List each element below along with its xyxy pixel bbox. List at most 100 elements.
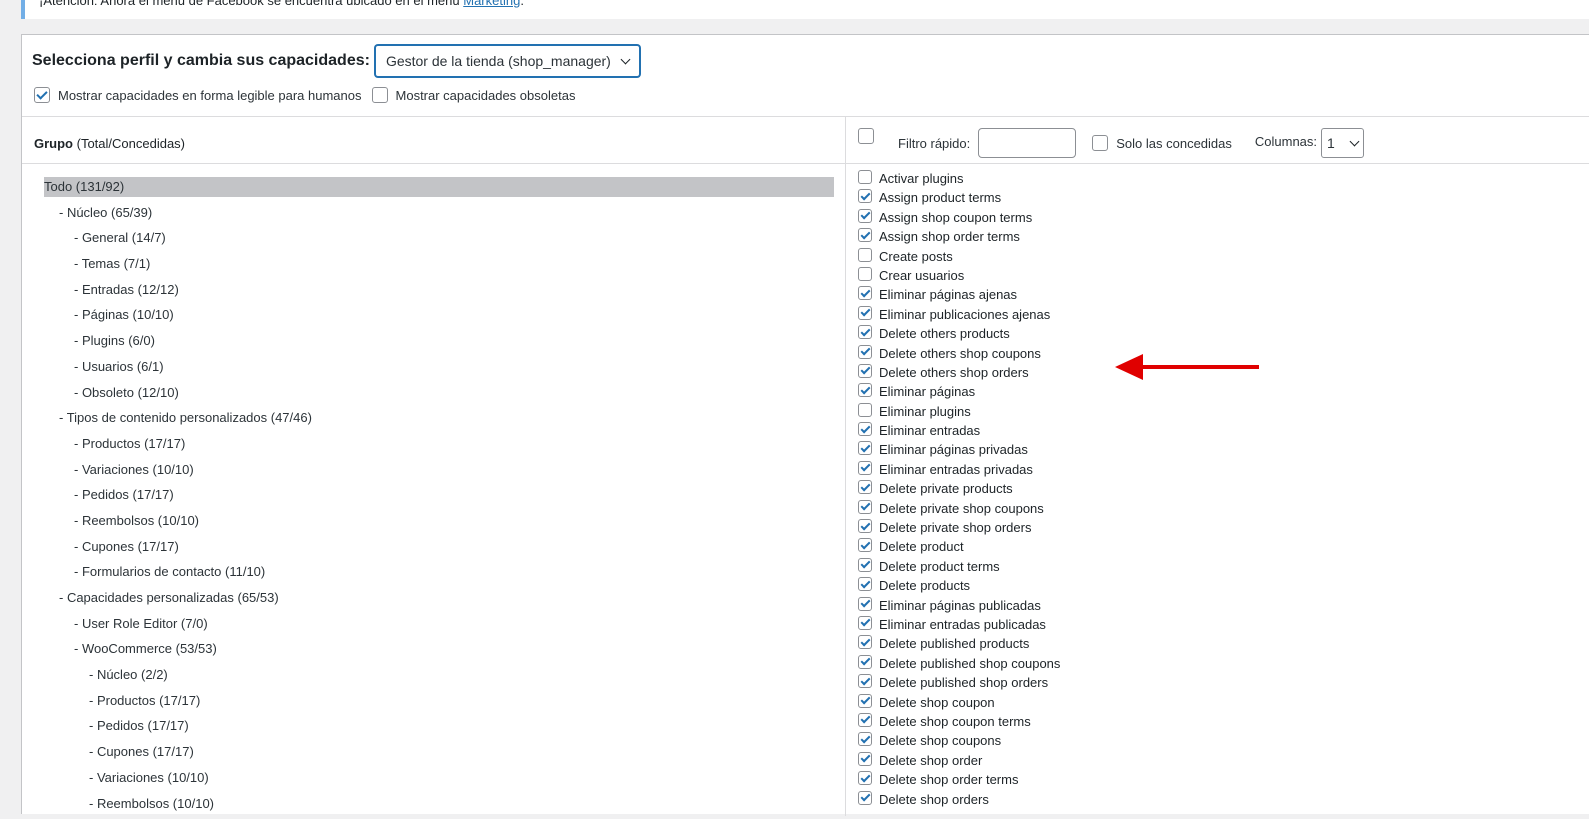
capability-label[interactable]: Delete published shop coupons bbox=[879, 656, 1060, 671]
select-all-checkbox[interactable] bbox=[858, 128, 874, 144]
capability-checkbox[interactable] bbox=[858, 635, 872, 649]
capability-checkbox[interactable] bbox=[858, 441, 872, 455]
group-tree-item[interactable]: - Tipos de contenido personalizados (47/… bbox=[44, 408, 834, 434]
capability-label[interactable]: Delete shop order bbox=[879, 753, 982, 768]
group-tree-item[interactable]: - Variaciones (10/10) bbox=[44, 460, 834, 486]
role-select[interactable]: Gestor de la tienda (shop_manager) bbox=[375, 45, 640, 77]
group-tree-item[interactable]: - Núcleo (65/39) bbox=[44, 203, 834, 229]
group-tree-item[interactable]: - Capacidades personalizadas (65/53) bbox=[44, 588, 834, 614]
group-tree-item[interactable]: - User Role Editor (7/0) bbox=[44, 614, 834, 640]
granted-only-checkbox[interactable] bbox=[1092, 135, 1108, 151]
group-tree-item[interactable]: - Reembolsos (10/10) bbox=[44, 794, 834, 819]
capability-checkbox[interactable] bbox=[858, 771, 872, 785]
capability-checkbox[interactable] bbox=[858, 364, 872, 378]
capability-checkbox[interactable] bbox=[858, 306, 872, 320]
capability-checkbox[interactable] bbox=[858, 597, 872, 611]
group-tree-item[interactable]: - Formularios de contacto (11/10) bbox=[44, 562, 834, 588]
capability-checkbox[interactable] bbox=[858, 480, 872, 494]
capability-checkbox[interactable] bbox=[858, 558, 872, 572]
capability-checkbox[interactable] bbox=[858, 248, 872, 262]
capability-label[interactable]: Delete shop coupons bbox=[879, 733, 1001, 748]
capability-label[interactable]: Activar plugins bbox=[879, 171, 964, 186]
capability-checkbox[interactable] bbox=[858, 732, 872, 746]
capability-label[interactable]: Delete shop orders bbox=[879, 792, 989, 807]
capability-checkbox[interactable] bbox=[858, 170, 872, 184]
capability-checkbox[interactable] bbox=[858, 713, 872, 727]
group-tree-item[interactable]: - Variaciones (10/10) bbox=[44, 768, 834, 794]
capability-label[interactable]: Eliminar entradas publicadas bbox=[879, 617, 1046, 632]
capability-label[interactable]: Delete shop coupon bbox=[879, 695, 995, 710]
quick-filter-input[interactable] bbox=[978, 128, 1076, 158]
group-tree-item[interactable]: - Productos (17/17) bbox=[44, 691, 834, 717]
capability-label[interactable]: Delete published products bbox=[879, 636, 1029, 651]
capability-checkbox[interactable] bbox=[858, 345, 872, 359]
capability-checkbox[interactable] bbox=[858, 422, 872, 436]
group-tree-item[interactable]: - Obsoleto (12/10) bbox=[44, 383, 834, 409]
human-readable-checkbox[interactable] bbox=[34, 87, 50, 103]
capability-label[interactable]: Delete others products bbox=[879, 326, 1010, 341]
capability-checkbox[interactable] bbox=[858, 461, 872, 475]
group-tree-item[interactable]: - WooCommerce (53/53) bbox=[44, 639, 834, 665]
capability-label[interactable]: Eliminar entradas bbox=[879, 423, 980, 438]
capability-label[interactable]: Crear usuarios bbox=[879, 268, 964, 283]
capability-checkbox[interactable] bbox=[858, 267, 872, 281]
capability-checkbox[interactable] bbox=[858, 519, 872, 533]
group-tree-item[interactable]: - Pedidos (17/17) bbox=[44, 485, 834, 511]
capability-checkbox[interactable] bbox=[858, 752, 872, 766]
capability-checkbox[interactable] bbox=[858, 577, 872, 591]
capability-label[interactable]: Delete private products bbox=[879, 481, 1013, 496]
capability-checkbox[interactable] bbox=[858, 791, 872, 805]
group-tree-item[interactable]: - Temas (7/1) bbox=[44, 254, 834, 280]
group-tree-item[interactable]: - Pedidos (17/17) bbox=[44, 716, 834, 742]
group-tree-item[interactable]: - Cupones (17/17) bbox=[44, 742, 834, 768]
capability-checkbox[interactable] bbox=[858, 500, 872, 514]
group-tree-item[interactable]: - Núcleo (2/2) bbox=[44, 665, 834, 691]
capability-label[interactable]: Eliminar páginas publicadas bbox=[879, 598, 1041, 613]
capability-label[interactable]: Assign shop coupon terms bbox=[879, 210, 1032, 225]
capability-checkbox[interactable] bbox=[858, 325, 872, 339]
capability-label[interactable]: Delete products bbox=[879, 578, 970, 593]
capability-label[interactable]: Delete product bbox=[879, 539, 964, 554]
capability-label[interactable]: Delete private shop orders bbox=[879, 520, 1031, 535]
marketing-link[interactable]: Marketing bbox=[463, 0, 520, 8]
group-tree-item[interactable]: Todo (131/92) bbox=[44, 177, 834, 203]
capability-checkbox[interactable] bbox=[858, 538, 872, 552]
capability-label[interactable]: Eliminar plugins bbox=[879, 404, 971, 419]
capability-label[interactable]: Eliminar publicaciones ajenas bbox=[879, 307, 1050, 322]
capability-label[interactable]: Create posts bbox=[879, 249, 953, 264]
group-tree-item[interactable]: - Reembolsos (10/10) bbox=[44, 511, 834, 537]
capability-checkbox[interactable] bbox=[858, 694, 872, 708]
capability-label[interactable]: Delete others shop orders bbox=[879, 365, 1029, 380]
group-tree-item[interactable]: - General (14/7) bbox=[44, 228, 834, 254]
columns-select[interactable]: 1 bbox=[1321, 128, 1364, 158]
group-tree-item[interactable]: - Productos (17/17) bbox=[44, 434, 834, 460]
capability-checkbox[interactable] bbox=[858, 189, 872, 203]
capability-label[interactable]: Delete product terms bbox=[879, 559, 1000, 574]
capability-checkbox[interactable] bbox=[858, 655, 872, 669]
capability-checkbox[interactable] bbox=[858, 383, 872, 397]
capability-label[interactable]: Delete shop coupon terms bbox=[879, 714, 1031, 729]
capability-checkbox[interactable] bbox=[858, 286, 872, 300]
group-tree-item[interactable]: - Usuarios (6/1) bbox=[44, 357, 834, 383]
capability-label[interactable]: Eliminar páginas ajenas bbox=[879, 287, 1017, 302]
capability-label[interactable]: Assign product terms bbox=[879, 190, 1001, 205]
capability-label[interactable]: Eliminar páginas bbox=[879, 384, 975, 399]
capability-label[interactable]: Delete published shop orders bbox=[879, 675, 1048, 690]
group-tree-item-label: - User Role Editor (7/0) bbox=[74, 616, 208, 631]
group-tree-item[interactable]: - Plugins (6/0) bbox=[44, 331, 834, 357]
deprecated-checkbox[interactable] bbox=[372, 87, 388, 103]
group-tree-item[interactable]: - Páginas (10/10) bbox=[44, 305, 834, 331]
capability-label[interactable]: Assign shop order terms bbox=[879, 229, 1020, 244]
capability-checkbox[interactable] bbox=[858, 209, 872, 223]
capability-label[interactable]: Delete shop order terms bbox=[879, 772, 1018, 787]
capability-checkbox[interactable] bbox=[858, 616, 872, 630]
capability-label[interactable]: Eliminar páginas privadas bbox=[879, 442, 1028, 457]
capability-checkbox[interactable] bbox=[858, 403, 872, 417]
capability-checkbox[interactable] bbox=[858, 674, 872, 688]
group-tree-item[interactable]: - Cupones (17/17) bbox=[44, 537, 834, 563]
capability-checkbox[interactable] bbox=[858, 228, 872, 242]
group-tree-item[interactable]: - Entradas (12/12) bbox=[44, 280, 834, 306]
capability-label[interactable]: Delete others shop coupons bbox=[879, 346, 1041, 361]
capability-label[interactable]: Delete private shop coupons bbox=[879, 501, 1044, 516]
capability-label[interactable]: Eliminar entradas privadas bbox=[879, 462, 1033, 477]
